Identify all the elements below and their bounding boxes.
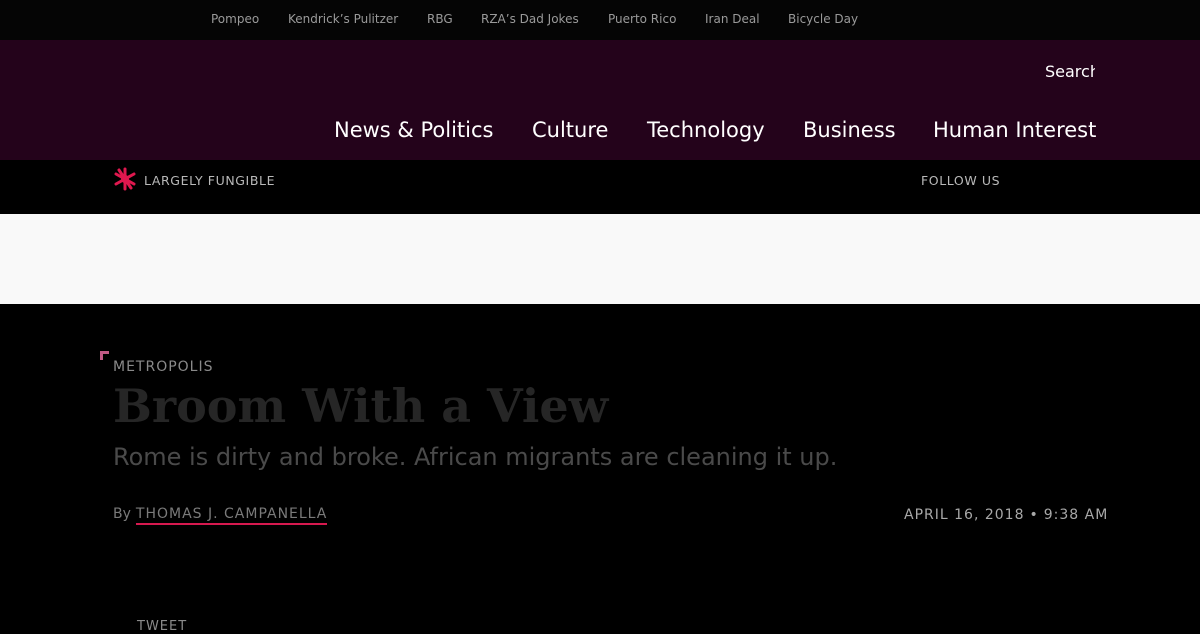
author-link[interactable]: THOMAS J. CAMPANELLA xyxy=(135,506,328,525)
subheader: LARGELY FUNGIBLE FOLLOW US xyxy=(0,160,1200,214)
tweet-button[interactable]: TWEET xyxy=(137,619,187,634)
masthead: Search News & Politics Culture Technolog… xyxy=(0,40,1200,160)
trending-link-bicycle-day[interactable]: Bicycle Day xyxy=(788,12,858,26)
trending-link-rbg[interactable]: RBG xyxy=(427,12,453,26)
nav-business[interactable]: Business xyxy=(803,118,896,142)
search-input[interactable]: Search xyxy=(1045,62,1095,82)
date-separator: • xyxy=(1029,507,1039,523)
follow-us-button[interactable]: FOLLOW US xyxy=(921,173,1000,188)
article-headline: Broom With a View xyxy=(113,379,609,433)
nav-news-politics[interactable]: News & Politics xyxy=(334,118,493,142)
corner-bracket-icon xyxy=(100,345,109,360)
trending-bar: Pompeo Kendrick’s Pulitzer RBG RZA’s Dad… xyxy=(0,0,1200,40)
dateline: APRIL 16, 2018 • 9:38 AM xyxy=(904,507,1108,523)
splat-logo-icon[interactable] xyxy=(112,166,138,192)
nav-culture[interactable]: Culture xyxy=(532,118,608,142)
trending-link-rza[interactable]: RZA’s Dad Jokes xyxy=(481,12,579,26)
publish-date: APRIL 16, 2018 xyxy=(904,507,1025,523)
byline-prefix: By xyxy=(113,506,131,522)
nav-technology[interactable]: Technology xyxy=(647,118,765,142)
brand-name[interactable]: LARGELY FUNGIBLE xyxy=(144,173,275,188)
article-kicker[interactable]: METROPOLIS xyxy=(113,359,214,375)
trending-link-pompeo[interactable]: Pompeo xyxy=(211,12,259,26)
byline: By THOMAS J. CAMPANELLA xyxy=(113,506,328,525)
article-dek: Rome is dirty and broke. African migrant… xyxy=(113,443,838,471)
publish-time: 9:38 AM xyxy=(1043,507,1109,523)
nav-human-interest[interactable]: Human Interest xyxy=(933,118,1096,142)
trending-link-iran-deal[interactable]: Iran Deal xyxy=(705,12,760,26)
trending-link-kendrick[interactable]: Kendrick’s Pulitzer xyxy=(288,12,398,26)
trending-link-puerto-rico[interactable]: Puerto Rico xyxy=(608,12,676,26)
article-header: METROPOLIS Broom With a View Rome is dir… xyxy=(0,304,1200,634)
ad-slot xyxy=(0,214,1200,304)
